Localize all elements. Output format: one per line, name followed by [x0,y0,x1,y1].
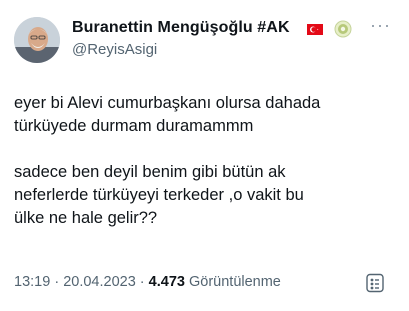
meta-separator: · [135,274,149,290]
tweet-meta: 13:19 · 20.04.2023 · 4.473 Görüntülenme [14,274,281,290]
tweet: Buranettin Mengüşoğlu #AK ··· @ReyisAsig… [0,0,409,311]
avatar[interactable] [14,17,60,63]
tweet-paragraph-2: sadece ben deyil benim gibi bütün ak nef… [14,161,399,230]
tweet-time[interactable]: 13:19 [14,274,50,290]
views-label: Görüntülenme [188,274,281,290]
tweet-line: neferlerde türküyeyi terkeder ,o vakit b… [14,186,304,204]
tweet-date[interactable]: 20.04.2023 [63,274,136,290]
tweet-line: ülke ne hale gelir?? [14,209,158,227]
tweet-line: sadece ben deyil benim gibi bütün ak [14,163,286,181]
tweet-text: eyer bi Alevi cumurbaşkanı olursa dahada… [14,92,399,230]
view-analytics-icon[interactable] [364,272,386,294]
author-display-name[interactable]: Buranettin Mengüşoğlu #AK [72,19,290,37]
author-handle[interactable]: @ReyisAsigi [72,41,157,58]
tweet-paragraph-1: eyer bi Alevi cumurbaşkanı olursa dahada… [14,92,399,138]
avatar-photo [14,17,60,63]
tweet-line: eyer bi Alevi cumurbaşkanı olursa dahada [14,94,321,112]
tweet-line: türküyede durmam duramammm [14,117,254,135]
badge-icon [334,20,352,38]
turkish-flag-icon [307,24,323,35]
meta-separator: · [50,274,64,290]
more-options-icon[interactable]: ··· [370,16,392,34]
views-count: 4.473 [148,274,185,290]
